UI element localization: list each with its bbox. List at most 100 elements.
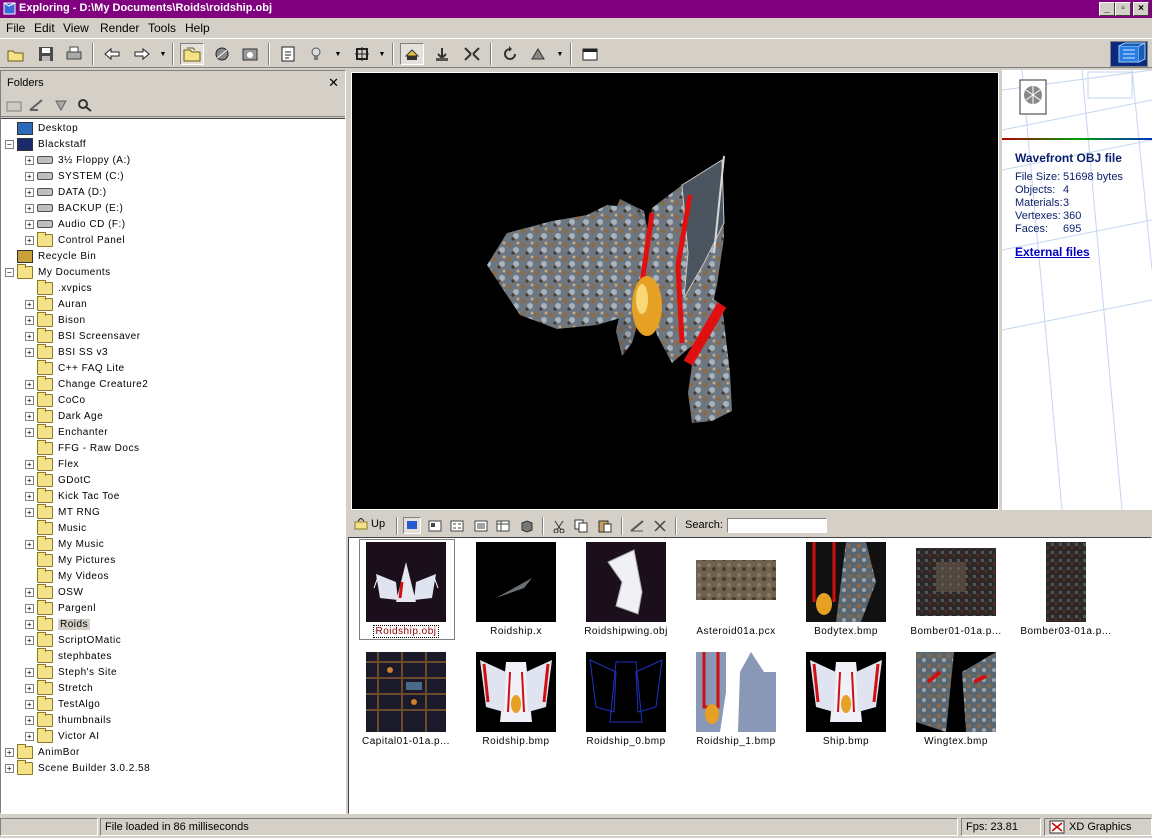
- file-thumbnail[interactable]: Roidship_1.bmp: [681, 649, 791, 753]
- expand-icon[interactable]: +: [25, 619, 34, 629]
- folders-icon[interactable]: [180, 43, 204, 65]
- view-list-icon[interactable]: [473, 519, 489, 533]
- tree-item[interactable]: C++ FAQ Lite: [25, 359, 125, 376]
- tree-item[interactable]: + CoCo: [25, 391, 86, 408]
- copy-icon[interactable]: [573, 519, 589, 533]
- expand-icon[interactable]: +: [25, 299, 34, 309]
- render-icon[interactable]: [210, 43, 234, 65]
- open-icon[interactable]: [4, 43, 28, 65]
- expand-icon[interactable]: +: [25, 731, 34, 741]
- maximize-button[interactable]: ▫: [1115, 2, 1131, 16]
- file-thumbnail[interactable]: Roidship_0.bmp: [571, 649, 681, 753]
- tree-item[interactable]: + BSI SS v3: [25, 343, 108, 360]
- tree-item[interactable]: + Stretch: [25, 679, 93, 696]
- menu-view[interactable]: View: [63, 21, 89, 35]
- tree-item[interactable]: Desktop: [5, 120, 78, 136]
- tree-item[interactable]: + Audio CD (F:): [25, 216, 126, 232]
- view-details-icon[interactable]: [495, 519, 511, 533]
- collapse-icon[interactable]: −: [5, 139, 14, 149]
- expand-icon[interactable]: +: [25, 155, 34, 165]
- expand-icon[interactable]: +: [25, 379, 34, 389]
- expand-icon[interactable]: +: [25, 491, 34, 501]
- expand-icon[interactable]: +: [25, 219, 34, 229]
- model-viewport[interactable]: [351, 72, 999, 510]
- expand-icon[interactable]: +: [25, 395, 34, 405]
- file-thumbnail[interactable]: Roidship.bmp: [461, 649, 571, 753]
- forward-icon[interactable]: [130, 43, 154, 65]
- file-thumbnail[interactable]: Ship.bmp: [791, 649, 901, 753]
- expand-icon[interactable]: +: [25, 699, 34, 709]
- expand-icon[interactable]: +: [25, 507, 34, 517]
- collapse-icon[interactable]: −: [5, 267, 14, 277]
- menu-render[interactable]: Render: [100, 21, 139, 35]
- back-icon[interactable]: [100, 43, 124, 65]
- tree-item[interactable]: + Flex: [25, 455, 79, 472]
- file-thumbnail[interactable]: Roidship.x: [461, 539, 571, 643]
- tree-item[interactable]: + Enchanter: [25, 423, 108, 440]
- up-button[interactable]: Up: [354, 518, 385, 530]
- expand-icon[interactable]: +: [25, 715, 34, 725]
- expand-icon[interactable]: +: [25, 603, 34, 613]
- tree-item[interactable]: + Scene Builder 3.0.2.58: [5, 759, 150, 776]
- tree-item[interactable]: + Roids: [25, 615, 91, 632]
- fit-dropdown-icon[interactable]: ▼: [378, 51, 386, 59]
- tree-item[interactable]: stephbates: [25, 647, 112, 664]
- tree-item[interactable]: Recycle Bin: [5, 248, 96, 264]
- tree-item[interactable]: + Steph's Site: [25, 663, 117, 680]
- view-small-icons-icon[interactable]: [449, 519, 465, 533]
- expand-icon[interactable]: +: [25, 667, 34, 677]
- expand-icon[interactable]: +: [25, 235, 34, 245]
- tree-item[interactable]: + Auran: [25, 295, 87, 312]
- tree-item[interactable]: + MT RNG: [25, 503, 100, 520]
- tree-item[interactable]: FFG - Raw Docs: [25, 439, 139, 456]
- tree-item[interactable]: + TestAlgo: [25, 695, 100, 712]
- tree-item[interactable]: Music: [25, 519, 87, 536]
- minimize-button[interactable]: _: [1099, 2, 1115, 16]
- tree-item[interactable]: + BSI Screensaver: [25, 327, 141, 344]
- close-folders-icon[interactable]: ✕: [328, 75, 339, 91]
- tree-item[interactable]: + SYSTEM (C:): [25, 168, 124, 184]
- animate-dropdown-icon[interactable]: ▼: [556, 51, 564, 59]
- expand-icon[interactable]: +: [25, 459, 34, 469]
- tree-item[interactable]: − Blackstaff: [5, 136, 86, 152]
- fullscreen-icon[interactable]: [578, 43, 602, 65]
- file-thumbnail[interactable]: Roidship.obj: [351, 539, 461, 643]
- rename-icon[interactable]: [629, 519, 647, 533]
- expand-icon[interactable]: +: [5, 763, 14, 773]
- view-thumbnails-icon[interactable]: [403, 517, 421, 534]
- tree-item[interactable]: + BACKUP (E:): [25, 200, 123, 216]
- expand-icon[interactable]: +: [25, 635, 34, 645]
- light-icon[interactable]: [304, 43, 328, 65]
- expand-icon[interactable]: +: [25, 539, 34, 549]
- file-thumbnail[interactable]: Bodytex.bmp: [791, 539, 901, 643]
- tree-item[interactable]: + Victor AI: [25, 727, 100, 744]
- tree-item[interactable]: My Videos: [25, 567, 109, 584]
- expand-icon[interactable]: +: [25, 171, 34, 181]
- expand-icon[interactable]: +: [5, 747, 14, 757]
- view-large-icons-icon[interactable]: [427, 519, 443, 533]
- tree-item[interactable]: + thumbnails: [25, 711, 111, 728]
- search-input[interactable]: [727, 518, 827, 533]
- file-thumbnail[interactable]: Wingtex.bmp: [901, 649, 1011, 753]
- tree-item[interactable]: + Bison: [25, 311, 86, 328]
- animate-icon[interactable]: [526, 43, 550, 65]
- menu-tools[interactable]: Tools: [148, 21, 176, 35]
- tree-item[interactable]: + Dark Age: [25, 407, 103, 424]
- external-files-link[interactable]: External files: [1015, 245, 1090, 259]
- menu-file[interactable]: File: [6, 21, 25, 35]
- expand-icon[interactable]: +: [25, 411, 34, 421]
- tree-item[interactable]: .xvpics: [25, 279, 92, 296]
- tree-item[interactable]: + Pargenl: [25, 599, 96, 616]
- expand-icon[interactable]: +: [25, 475, 34, 485]
- tree-item[interactable]: + ScriptOMatic: [25, 631, 121, 648]
- print-icon[interactable]: [62, 43, 86, 65]
- tree-item[interactable]: + DATA (D:): [25, 184, 107, 200]
- expand-icon[interactable]: +: [25, 587, 34, 597]
- search-icon[interactable]: [77, 98, 93, 112]
- tree-item[interactable]: + OSW: [25, 583, 83, 600]
- expand-icon[interactable]: +: [25, 331, 34, 341]
- expand-icon[interactable]: +: [25, 315, 34, 325]
- tree-item[interactable]: +3½ Floppy (A:): [25, 152, 131, 168]
- view-3d-icon[interactable]: [519, 519, 535, 533]
- menu-edit[interactable]: Edit: [34, 21, 55, 35]
